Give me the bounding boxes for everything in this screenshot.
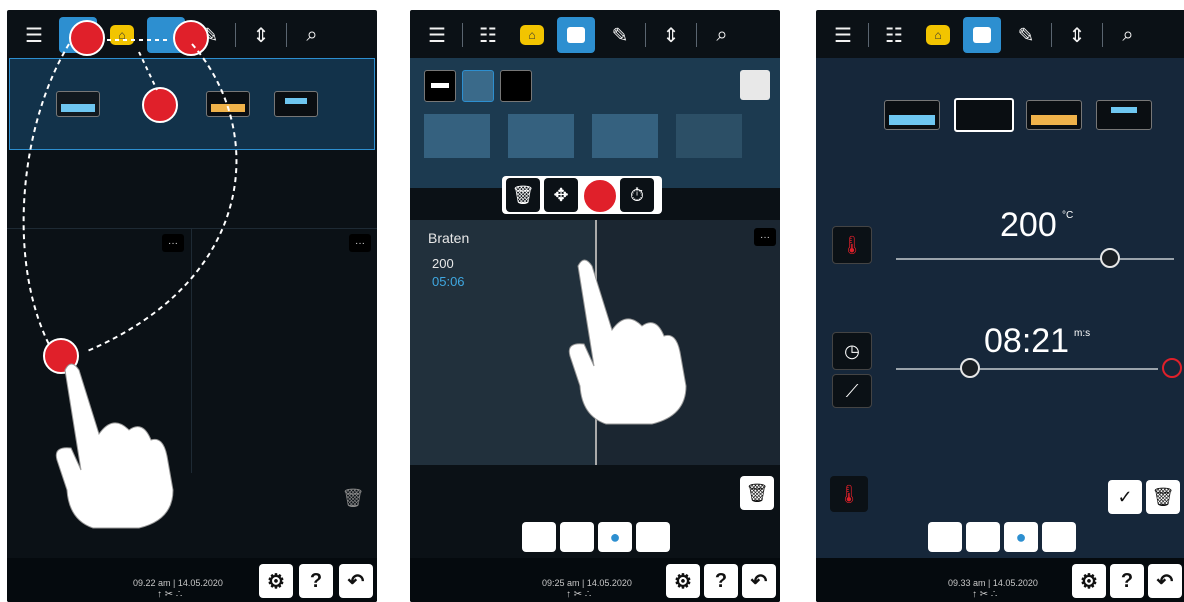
core-probe-icon[interactable]: ⟋	[832, 374, 872, 408]
layout-preview	[676, 114, 742, 158]
status-icons: ↑ ✂ ∴	[157, 589, 183, 600]
step-temperature: 200	[432, 256, 454, 271]
help-button[interactable]: ?	[704, 564, 738, 598]
pointing-hand	[568, 259, 687, 425]
status-icons: ↑ ✂ ∴	[566, 589, 592, 600]
edit-icon[interactable]	[740, 70, 770, 100]
sliders-tab[interactable]: ☷	[469, 17, 507, 53]
steam-mode-button[interactable]	[884, 100, 940, 130]
bottom-bar: 09.22 am | 14.05.2020 ↑ ✂ ∴ ⚙ ? ↶	[7, 558, 377, 602]
dry-heat-mode-button[interactable]	[522, 522, 556, 552]
settings-button[interactable]: ⚙	[259, 564, 293, 598]
chef-hat-tab[interactable]: ⌂	[513, 17, 551, 53]
temperature-slider[interactable]	[896, 258, 1174, 260]
status-time-date: 09.33 am | 14.05.2020	[948, 578, 1038, 588]
trash-button[interactable]: 🗑	[740, 476, 774, 510]
step-duration: 05:06	[432, 274, 465, 289]
screen-panel-1: ☰ ⌂ ✎ ⇕ ⌕ ··· ··· 🗑 09.22 am | 14.05.202…	[7, 10, 377, 602]
trash-icon[interactable]: 🗑	[506, 178, 540, 212]
combination-mode-button[interactable]	[1096, 100, 1152, 130]
edit-tab[interactable]: ✎	[1007, 17, 1045, 53]
top-bar: ☰ ☷ ⌂ ✎ ⇕ ⌕	[816, 10, 1184, 60]
divider	[1102, 23, 1103, 47]
back-button[interactable]: ↶	[339, 564, 373, 598]
bottom-bar: 09:25 am | 14.05.2020 ↑ ✂ ∴ ⚙ ? ↶	[410, 558, 780, 602]
divider	[868, 23, 869, 47]
layout-area	[410, 58, 780, 188]
search-icon[interactable]: ⌕	[1109, 17, 1147, 53]
layout-1-button[interactable]	[424, 70, 456, 102]
temperature-value: 200	[1000, 206, 1057, 244]
layout-preview	[424, 114, 490, 158]
dry-heat-mode-button[interactable]	[928, 522, 962, 552]
layout-3-button[interactable]	[500, 70, 532, 102]
trash-icon[interactable]: 🗑	[341, 486, 365, 510]
screen-panel-3: ☰ ☷ ⌂ ✎ ⇕ ⌕ 🌡 200 °C ◷ ⟋ 08:21 m:s 🌡 ✓ 🗑…	[816, 10, 1184, 602]
duration-slider-knob[interactable]	[960, 358, 980, 378]
menu-icon[interactable]: ☰	[824, 17, 862, 53]
preheat-icon[interactable]: 🌡	[830, 476, 868, 512]
manual-cooking-tab[interactable]	[963, 17, 1001, 53]
steam-drop-button[interactable]: ●	[1004, 522, 1038, 552]
menu-icon[interactable]: ☰	[418, 17, 456, 53]
search-icon[interactable]: ⌕	[703, 17, 741, 53]
layout-preview	[508, 114, 574, 158]
divider	[462, 23, 463, 47]
humidity-mode-button[interactable]	[966, 522, 1000, 552]
divider	[1051, 23, 1052, 47]
status-time-date: 09.22 am | 14.05.2020	[133, 578, 223, 588]
help-button[interactable]: ?	[299, 564, 333, 598]
dry-heat-mode-button[interactable]	[954, 98, 1014, 132]
duration-slider[interactable]	[896, 368, 1158, 370]
temperature-slider-knob[interactable]	[1100, 248, 1120, 268]
sliders-tab[interactable]: ☷	[875, 17, 913, 53]
move-icon[interactable]: ✥	[544, 178, 578, 212]
combi-orange-mode-button[interactable]	[1026, 100, 1082, 130]
more-options-icon[interactable]: ···	[754, 228, 776, 246]
help-button[interactable]: ?	[1110, 564, 1144, 598]
cooking-mode-bar: ●	[522, 522, 674, 554]
touch-point	[582, 178, 618, 214]
chef-hat-icon: ⌂	[926, 25, 950, 45]
manual-cooking-tab[interactable]	[557, 17, 595, 53]
settings-button[interactable]: ⚙	[666, 564, 700, 598]
bottom-bar: 09.33 am | 14.05.2020 ↑ ✂ ∴ ⚙ ? ↶	[816, 558, 1184, 602]
combi-mode-button[interactable]	[636, 522, 670, 552]
timer-icon[interactable]: ⏱	[620, 178, 654, 212]
continuous-mode-icon[interactable]	[1162, 358, 1182, 378]
status-time-date: 09:25 am | 14.05.2020	[542, 578, 632, 588]
duration-unit: m:s	[1074, 328, 1091, 339]
step-name: Braten	[428, 230, 470, 246]
layout-preview	[592, 114, 658, 158]
back-button[interactable]: ↶	[742, 564, 776, 598]
screen-panel-2: ☰ ☷ ⌂ ✎ ⇕ ⌕ 🗑 ✥ ⏱ Braten 200 05:06 ··· 🗑	[410, 10, 780, 602]
combi-mode-button[interactable]	[1042, 522, 1076, 552]
chef-hat-icon: ⌂	[520, 25, 544, 45]
humidity-mode-button[interactable]	[560, 522, 594, 552]
temperature-unit: °C	[1062, 210, 1074, 221]
trash-button[interactable]: 🗑	[1146, 480, 1180, 514]
pointing-hand	[55, 363, 174, 529]
steam-drop-button[interactable]: ●	[598, 522, 632, 552]
settings-button[interactable]: ⚙	[1072, 564, 1106, 598]
duration-value: 08:21	[984, 322, 1070, 360]
thermometer-icon[interactable]: 🌡	[832, 226, 872, 264]
top-bar: ☰ ☷ ⌂ ✎ ⇕ ⌕	[410, 10, 780, 60]
cooking-mode-bar: ●	[928, 522, 1080, 554]
edit-tab[interactable]: ✎	[601, 17, 639, 53]
divider	[696, 23, 697, 47]
layout-2-button[interactable]	[462, 70, 494, 102]
chef-hat-tab[interactable]: ⌂	[919, 17, 957, 53]
confirm-button[interactable]: ✓	[1108, 480, 1142, 514]
back-button[interactable]: ↶	[1148, 564, 1182, 598]
timer-icon[interactable]: ◷	[832, 332, 872, 370]
divider	[645, 23, 646, 47]
status-icons: ↑ ✂ ∴	[972, 589, 998, 600]
cabinet-tab[interactable]: ⇕	[1058, 17, 1096, 53]
cabinet-tab[interactable]: ⇕	[652, 17, 690, 53]
